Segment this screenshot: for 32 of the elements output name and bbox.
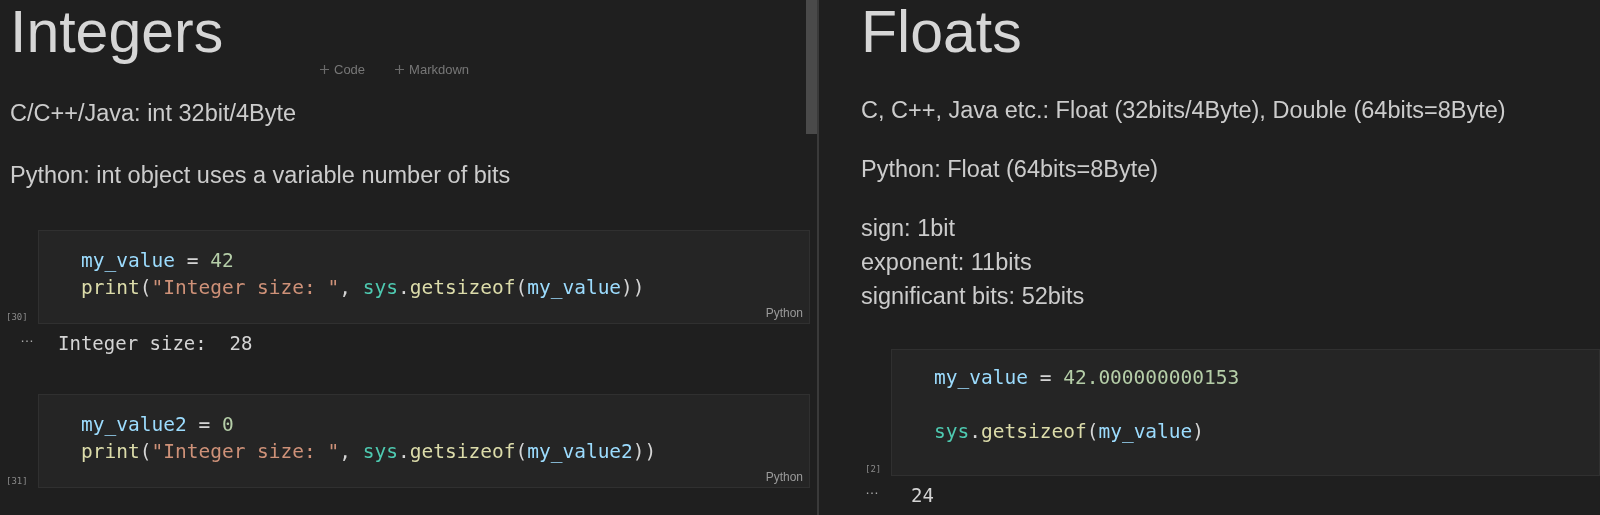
code-line: print("Integer size: ", sys.getsizeof(my_value2)) bbox=[81, 439, 658, 465]
cell-output: Integer size: 28 bbox=[57, 331, 253, 356]
output-menu-icon[interactable]: … bbox=[10, 330, 48, 344]
paragraph-text: Python: int object uses a variable number of bits bbox=[10, 161, 512, 190]
heading: Floats bbox=[861, 2, 1023, 67]
plus-icon bbox=[320, 65, 329, 74]
execution-count: [2] bbox=[864, 464, 883, 476]
paragraph-text: C, C++, Java etc.: Float (32bits/4Byte), Double (64bits=8Byte) bbox=[861, 96, 1507, 125]
add-cell-button[interactable]: Code bbox=[320, 62, 366, 77]
paragraph-text: exponent: 11bits bbox=[861, 248, 1033, 277]
add-cell-button[interactable]: Markdown bbox=[395, 62, 470, 77]
execution-count: [31] bbox=[5, 476, 29, 488]
code-line: my_value = 42.000000000153 bbox=[934, 365, 1241, 391]
paragraph-text: Python: Float (64bits=8Byte) bbox=[861, 155, 1160, 184]
plus-icon bbox=[395, 65, 405, 74]
scrollbar-thumb[interactable] bbox=[806, 0, 817, 134]
execution-count: [30] bbox=[5, 312, 29, 324]
language-label[interactable]: Python bbox=[765, 470, 803, 484]
paragraph-text: significant bits: 52bits bbox=[861, 282, 1086, 311]
code-line: print("Integer size: ", sys.getsizeof(my_value)) bbox=[81, 275, 646, 301]
code-cell[interactable]: my_value = 42.000000000153 sys.getsizeof(my_value) bbox=[891, 349, 1600, 476]
code-cell[interactable]: my_value = 42 print("Integer size: ", sys.getsizeof(my_value)) Python bbox=[38, 230, 810, 324]
heading: Integers bbox=[10, 2, 225, 67]
code-line: sys.getsizeof(my_value) bbox=[934, 419, 1206, 445]
paragraph-text: sign: 1bit bbox=[861, 214, 957, 243]
language-label[interactable]: Python bbox=[765, 306, 803, 320]
code-line: my_value = 42 bbox=[81, 248, 235, 274]
output-menu-icon[interactable]: … bbox=[861, 482, 901, 496]
code-line: my_value2 = 0 bbox=[81, 412, 235, 438]
paragraph-text: C/C++/Java: int 32bit/4Byte bbox=[10, 99, 298, 128]
cell-output: 24 bbox=[910, 483, 934, 508]
code-cell[interactable]: my_value2 = 0 print("Integer size: ", sys.getsizeof(my_value2)) Python bbox=[38, 394, 810, 488]
